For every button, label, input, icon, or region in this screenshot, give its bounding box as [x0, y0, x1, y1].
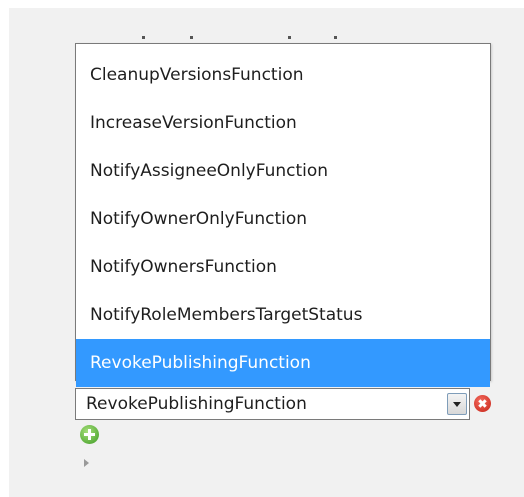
dropdown-toggle-button[interactable] — [447, 393, 467, 415]
function-select[interactable]: RevokePublishingFunction — [75, 388, 470, 420]
header-fragment — [142, 36, 145, 39]
header-fragment — [288, 36, 291, 39]
chevron-down-icon — [453, 402, 461, 407]
dropdown-option[interactable]: NotifyOwnerOnlyFunction — [76, 195, 490, 243]
function-dropdown-list[interactable]: CleanupVersionsFunction IncreaseVersionF… — [75, 43, 491, 387]
triangle-right-icon[interactable] — [84, 459, 89, 467]
dropdown-option[interactable]: NotifyAssigneeOnlyFunction — [76, 147, 490, 195]
remove-circle-icon[interactable] — [474, 395, 491, 412]
dropdown-option[interactable]: CleanupVersionsFunction — [76, 51, 490, 99]
dropdown-option[interactable]: NotifyOwnersFunction — [76, 243, 490, 291]
header-fragment — [334, 36, 337, 39]
dropdown-option[interactable]: NotifyRoleMembersTargetStatus — [76, 291, 490, 339]
add-circle-icon[interactable] — [80, 425, 99, 444]
header-fragment — [190, 36, 193, 39]
function-select-value: RevokePublishingFunction — [86, 394, 307, 414]
dropdown-option-highlighted[interactable]: RevokePublishingFunction — [76, 339, 490, 387]
add-plus-stroke — [88, 429, 91, 440]
dropdown-option[interactable]: IncreaseVersionFunction — [76, 99, 490, 147]
